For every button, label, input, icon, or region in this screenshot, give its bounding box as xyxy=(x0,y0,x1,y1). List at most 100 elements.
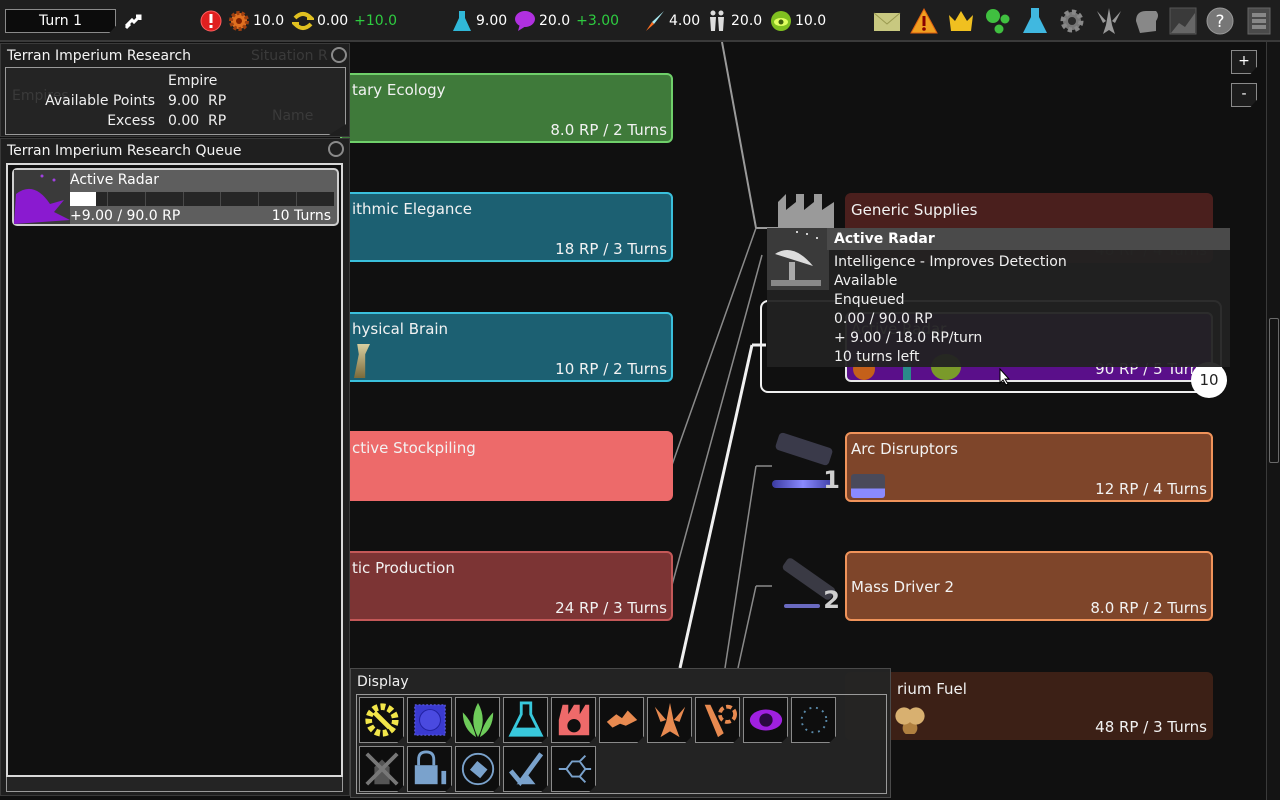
queue-resize-handle[interactable] xyxy=(6,777,343,792)
tech-name: Arc Disruptors xyxy=(851,440,958,458)
queue-item-turns: 10 Turns xyxy=(271,208,331,224)
galaxy-objects-icon[interactable] xyxy=(984,7,1012,35)
zoom-in-button[interactable]: + xyxy=(1231,50,1257,74)
queue-item-progress: +9.00 / 90.0 RP xyxy=(70,208,181,224)
flask-icon xyxy=(507,701,544,737)
filter-partial-unlock-button[interactable] xyxy=(455,746,500,792)
tech-node[interactable]: tary Ecology 8.0 RP / 2 Turns xyxy=(340,73,673,143)
queue-item-name: Active Radar xyxy=(70,172,159,188)
tech-node[interactable]: rium Fuel 48 RP / 3 Turns xyxy=(845,672,1213,740)
circle-slash-icon xyxy=(461,752,494,786)
graphs-icon[interactable] xyxy=(1169,7,1197,35)
tech-node[interactable]: ithmic Elegance 18 RP / 3 Turns xyxy=(340,192,673,262)
tech-node[interactable]: ctive Stockpiling xyxy=(340,431,673,501)
svg-text:?: ? xyxy=(1215,12,1224,32)
tech-node[interactable]: tic Production 24 RP / 3 Turns xyxy=(340,551,673,621)
filter-tree-view-button[interactable] xyxy=(551,746,596,792)
detection-value: 10.0 xyxy=(795,13,827,29)
scrollbar-thumb[interactable] xyxy=(1269,318,1279,463)
population-icon xyxy=(710,10,724,31)
fuel-pods-icon xyxy=(895,704,925,734)
filter-construction-button[interactable] xyxy=(599,697,644,743)
tech-level-number: 2 xyxy=(823,586,840,614)
production-resource[interactable]: 10.0 xyxy=(228,8,284,34)
available-points-label: Available Points xyxy=(45,93,155,109)
filter-spy-button[interactable] xyxy=(743,697,788,743)
filter-growth-button[interactable] xyxy=(359,697,404,743)
mouse-cursor-icon xyxy=(999,368,1011,386)
brain-tower-icon xyxy=(354,344,370,378)
vertical-scrollbar[interactable] xyxy=(1266,42,1280,800)
government-fist-icon[interactable] xyxy=(1132,7,1160,35)
tech-level-number: 1 xyxy=(823,466,840,494)
display-panel-title: Display xyxy=(357,674,409,690)
filter-weapons-button[interactable] xyxy=(695,697,740,743)
filter-growth-leaves-button[interactable] xyxy=(455,697,500,743)
fleet-move-icon[interactable] xyxy=(124,12,144,30)
trade-resource[interactable]: 20.0 +3.00 xyxy=(514,8,619,34)
zoom-out-button[interactable]: - xyxy=(1231,83,1257,107)
panel-pin-button[interactable] xyxy=(328,141,344,157)
tech-name: tary Ecology xyxy=(352,81,446,99)
filter-researchable-button[interactable] xyxy=(503,746,548,792)
tech-node[interactable]: Arc Disruptors 12 RP / 4 Turns xyxy=(845,432,1213,502)
alert-icon[interactable] xyxy=(200,10,222,32)
production-gear-icon[interactable] xyxy=(1058,7,1086,35)
queue-panel-title: Terran Imperium Research Queue xyxy=(7,143,242,159)
excess-value: 0.00 xyxy=(168,113,200,129)
tech-name: Generic Supplies xyxy=(851,201,978,219)
filter-computing-button[interactable] xyxy=(407,697,452,743)
population-value: 20.0 xyxy=(731,13,763,29)
influence-value: 0.00 xyxy=(317,13,349,29)
tech-name: ithmic Elegance xyxy=(352,200,472,218)
military-resource[interactable]: 4.00 xyxy=(644,8,700,34)
influence-change: +10.0 xyxy=(354,13,398,29)
excess-label: Excess xyxy=(107,113,155,129)
turn-button[interactable]: Turn 1 xyxy=(5,9,116,33)
research-flask-icon[interactable] xyxy=(1021,7,1049,35)
filter-ships-button[interactable] xyxy=(647,697,692,743)
tooltip-title: Active Radar xyxy=(834,231,935,247)
panel-pin-button[interactable] xyxy=(331,47,347,63)
influence-resource[interactable]: 0.00 +10.0 xyxy=(292,8,397,34)
influence-arrows-icon xyxy=(292,12,314,30)
trade-value: 20.0 xyxy=(539,13,571,29)
tech-cost: 18 RP / 3 Turns xyxy=(555,240,667,258)
population-resource[interactable]: 20.0 xyxy=(706,8,762,34)
tech-name: tic Production xyxy=(352,559,455,577)
detection-resource[interactable]: 10.0 xyxy=(770,8,826,34)
filter-other-button[interactable] xyxy=(791,697,836,743)
missile-radiation-icon xyxy=(704,704,737,738)
tech-name: hysical Brain xyxy=(352,320,449,338)
filter-learning-button[interactable] xyxy=(503,697,548,743)
messages-envelope-icon[interactable] xyxy=(873,7,901,35)
research-resource[interactable]: 9.00 xyxy=(451,8,507,34)
research-panel-title: Terran Imperium Research xyxy=(7,48,192,64)
queue-list[interactable] xyxy=(6,163,343,777)
crown-icon[interactable] xyxy=(947,7,975,35)
gear-wrench-icon xyxy=(364,703,399,737)
queue-position-number: 10 xyxy=(1199,371,1219,389)
research-value: 9.00 xyxy=(476,13,508,29)
menu-icon[interactable] xyxy=(1245,7,1273,35)
warning-triangle-icon[interactable] xyxy=(910,7,938,35)
help-icon[interactable]: ? xyxy=(1206,7,1234,35)
filter-unresearchable-button[interactable] xyxy=(359,746,404,792)
leaves-icon xyxy=(462,702,493,738)
tech-cost: 8.0 RP / 2 Turns xyxy=(1090,599,1207,617)
game-screen: tary Ecology 8.0 RP / 2 Turns ithmic Ele… xyxy=(0,0,1280,800)
tooltip-turns-left: 10 turns left xyxy=(834,349,920,365)
ship-design-icon[interactable] xyxy=(1095,7,1123,35)
queue-item[interactable]: Active Radar +9.00 / 90.0 RP 10 Turns xyxy=(12,168,339,226)
tooltip-queue-status: Enqueued xyxy=(834,292,905,308)
research-summary-panel: Situation R Terran Imperium Research Emp… xyxy=(0,43,350,137)
eye-icon xyxy=(749,709,782,731)
research-flask-icon xyxy=(453,11,471,31)
tech-node[interactable]: hysical Brain 10 RP / 2 Turns xyxy=(340,312,673,382)
available-points-value: 9.00 xyxy=(168,93,200,109)
filter-production-button[interactable] xyxy=(551,697,596,743)
filter-locked-button[interactable] xyxy=(407,746,452,792)
ghost-situation-report: Situation R xyxy=(251,48,328,64)
available-points-unit: RP xyxy=(208,93,227,109)
tech-node[interactable]: Mass Driver 2 8.0 RP / 2 Turns xyxy=(845,551,1213,621)
